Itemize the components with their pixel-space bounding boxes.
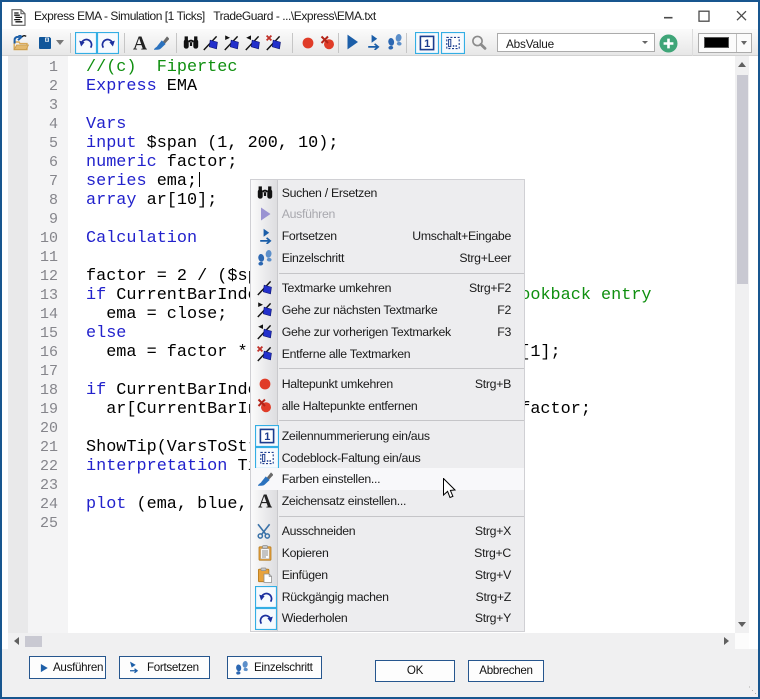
svg-text:A: A [132,35,146,51]
svg-text:1: 1 [264,431,270,443]
svg-text:1: 1 [424,38,430,50]
svg-text:A: A [258,493,272,509]
